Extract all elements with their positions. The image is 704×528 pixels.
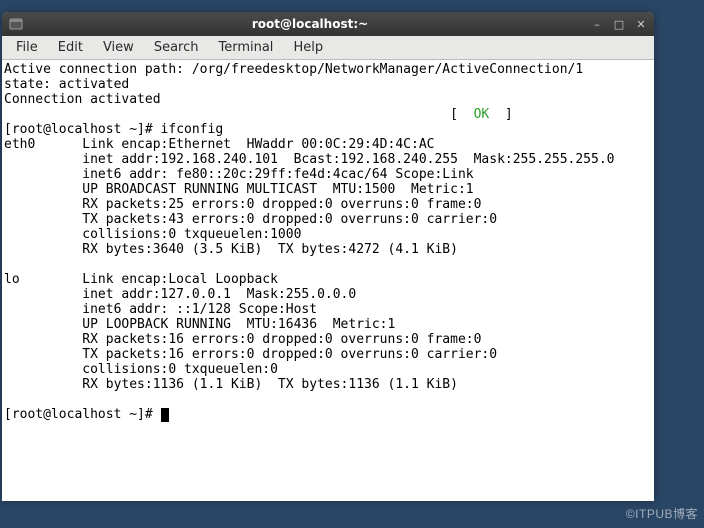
menu-help[interactable]: Help [283, 38, 333, 57]
ok-text: OK [474, 107, 490, 122]
terminal-area[interactable]: Active connection path: /org/freedesktop… [2, 60, 654, 501]
cursor [161, 408, 169, 422]
prompt: [root@localhost ~]# ifconfig [4, 122, 223, 137]
ifconfig-line: RX packets:25 errors:0 dropped:0 overrun… [4, 197, 481, 212]
ifconfig-line: UP LOOPBACK RUNNING MTU:16436 Metric:1 [4, 317, 395, 332]
window-title: root@localhost:~ [30, 17, 590, 31]
ifconfig-line: collisions:0 txqueuelen:0 [4, 362, 278, 377]
ifconfig-line: RX bytes:3640 (3.5 KiB) TX bytes:4272 (4… [4, 242, 458, 257]
menu-file[interactable]: File [6, 38, 48, 57]
ifconfig-line: RX bytes:1136 (1.1 KiB) TX bytes:1136 (1… [4, 377, 458, 392]
watermark: ©ITPUB博客 [626, 505, 698, 522]
ifconfig-lo: lo Link encap:Local Loopback [4, 272, 278, 287]
ifconfig-line: inet addr:192.168.240.101 Bcast:192.168.… [4, 152, 614, 167]
menu-terminal[interactable]: Terminal [208, 38, 283, 57]
menu-search[interactable]: Search [144, 38, 209, 57]
command: ifconfig [161, 122, 224, 137]
minimize-button[interactable]: – [590, 17, 604, 31]
output-line: Active connection path: /org/freedesktop… [4, 62, 583, 77]
menu-edit[interactable]: Edit [48, 38, 93, 57]
status-ok: [ OK ] [4, 107, 513, 122]
ifconfig-line: collisions:0 txqueuelen:1000 [4, 227, 301, 242]
ifconfig-line: inet addr:127.0.0.1 Mask:255.0.0.0 [4, 287, 356, 302]
window-icon [8, 16, 24, 32]
terminal-window: root@localhost:~ – □ ✕ File Edit View Se… [2, 12, 654, 501]
ifconfig-eth0: eth0 Link encap:Ethernet HWaddr 00:0C:29… [4, 137, 434, 152]
output-line: Connection activated [4, 92, 161, 107]
menu-view[interactable]: View [93, 38, 144, 57]
output-line: state: activated [4, 77, 129, 92]
prompt: [root@localhost ~]# [4, 407, 169, 422]
maximize-button[interactable]: □ [612, 17, 626, 31]
menubar: File Edit View Search Terminal Help [2, 36, 654, 60]
ifconfig-line: TX packets:16 errors:0 dropped:0 overrun… [4, 347, 497, 362]
ifconfig-line: TX packets:43 errors:0 dropped:0 overrun… [4, 212, 497, 227]
ifconfig-line: UP BROADCAST RUNNING MULTICAST MTU:1500 … [4, 182, 474, 197]
window-controls: – □ ✕ [590, 17, 648, 31]
ifconfig-line: inet6 addr: ::1/128 Scope:Host [4, 302, 317, 317]
close-button[interactable]: ✕ [634, 17, 648, 31]
ifconfig-line: inet6 addr: fe80::20c:29ff:fe4d:4cac/64 … [4, 167, 474, 182]
titlebar[interactable]: root@localhost:~ – □ ✕ [2, 12, 654, 36]
ifconfig-line: RX packets:16 errors:0 dropped:0 overrun… [4, 332, 481, 347]
